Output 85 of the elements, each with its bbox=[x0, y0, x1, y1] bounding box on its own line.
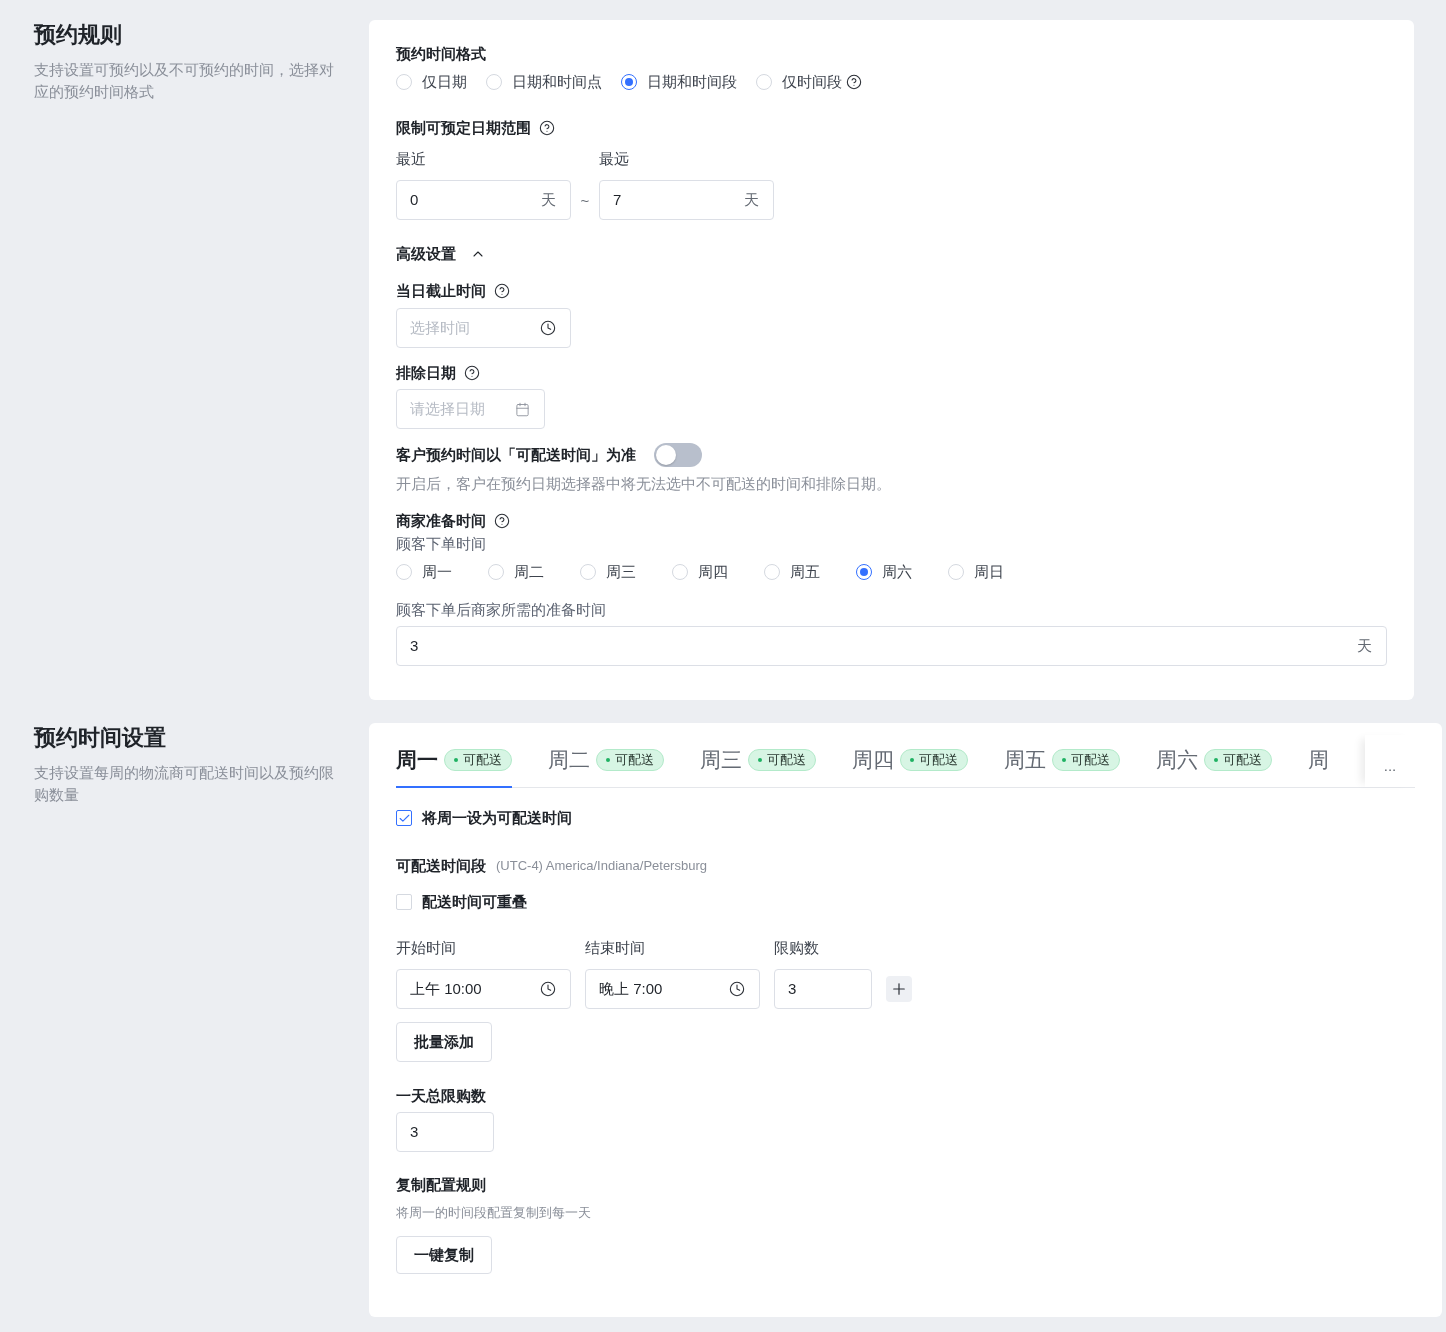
radio-label[interactable]: 周三 bbox=[606, 561, 636, 583]
clock-icon bbox=[540, 320, 556, 336]
badge-text: 可配送 bbox=[463, 751, 502, 769]
status-dot-icon bbox=[606, 758, 610, 762]
day-tab[interactable]: 周四 可配送 bbox=[852, 735, 968, 788]
range-separator: ~ bbox=[579, 191, 591, 209]
plus-icon bbox=[890, 980, 908, 998]
hint-text: 开启后，客户在预约日期选择器中将无法选中不可配送的时间和排除日期。 bbox=[396, 474, 892, 494]
radio-button[interactable] bbox=[856, 564, 872, 580]
field-label: 一天总限购数 bbox=[396, 1086, 486, 1106]
help-icon[interactable] bbox=[846, 74, 862, 90]
number-field[interactable]: 7 天 bbox=[599, 180, 774, 220]
section-title: 预约时间设置 bbox=[34, 724, 167, 752]
clock-icon bbox=[729, 981, 745, 997]
status-dot-icon bbox=[758, 758, 762, 762]
badge-text: 可配送 bbox=[1071, 751, 1110, 769]
unit-label: 天 bbox=[1357, 636, 1372, 656]
advanced-settings-toggle[interactable]: 高级设置 bbox=[396, 243, 486, 265]
day-tab[interactable]: 周 bbox=[1308, 735, 1329, 788]
badge-text: 可配送 bbox=[615, 751, 654, 769]
day-tab[interactable]: 周二 可配送 bbox=[548, 735, 664, 788]
status-dot-icon bbox=[1062, 758, 1066, 762]
unit-label: 天 bbox=[541, 190, 556, 210]
time-picker-field[interactable]: 上午 10:00 bbox=[396, 969, 571, 1009]
radio-label[interactable]: 仅时间段 bbox=[782, 71, 842, 93]
radio-label[interactable]: 仅日期 bbox=[422, 71, 467, 93]
checkbox-label[interactable]: 配送时间可重叠 bbox=[422, 891, 527, 913]
radio-label[interactable]: 周日 bbox=[974, 561, 1004, 583]
field-label: 最近 bbox=[396, 149, 427, 169]
toggle-switch[interactable] bbox=[654, 443, 702, 467]
help-icon[interactable] bbox=[539, 120, 555, 136]
field-label: 当日截止时间 bbox=[396, 281, 486, 301]
day-tab[interactable]: 周五 可配送 bbox=[1004, 735, 1120, 788]
field-label: 排除日期 bbox=[396, 363, 456, 383]
field-label: 开始时间 bbox=[396, 938, 457, 958]
number-field[interactable]: 3 bbox=[774, 969, 872, 1009]
field-label: 限制可预定日期范围 bbox=[396, 118, 531, 138]
calendar-icon bbox=[515, 401, 530, 417]
field-label: 可配送时间段 bbox=[396, 856, 486, 876]
status-dot-icon bbox=[454, 758, 458, 762]
toggle-label: 客户预约时间以「可配送时间」为准 bbox=[396, 445, 636, 465]
day-tab[interactable]: 周三 可配送 bbox=[700, 735, 816, 788]
field-label: 预约时间格式 bbox=[396, 44, 486, 64]
number-field[interactable]: 3 天 bbox=[396, 626, 1387, 666]
field-label: 复制配置规则 bbox=[396, 1175, 486, 1195]
field-description: 将周一的时间段配置复制到每一天 bbox=[396, 1204, 592, 1222]
time-picker-field[interactable]: 晚上 7:00 bbox=[585, 969, 760, 1009]
unit-label: 天 bbox=[744, 190, 759, 210]
field-label: 限购数 bbox=[774, 938, 820, 958]
section-description: 支持设置每周的物流商可配送时间以及预约限购数量 bbox=[34, 763, 335, 805]
number-field[interactable]: 3 bbox=[396, 1112, 494, 1152]
field-label: 商家准备时间 bbox=[396, 511, 486, 531]
more-tabs-button[interactable]: ... bbox=[1365, 735, 1415, 787]
radio-label[interactable]: 周五 bbox=[790, 561, 820, 583]
clock-icon bbox=[540, 981, 556, 997]
section-description: 支持设置可预约以及不可预约的时间，选择对应的预约时间格式 bbox=[34, 60, 335, 102]
number-field[interactable]: 0 天 bbox=[396, 180, 571, 220]
radio-label[interactable]: 日期和时间段 bbox=[647, 71, 737, 93]
radio-label[interactable]: 周一 bbox=[422, 561, 452, 583]
badge-text: 可配送 bbox=[1223, 751, 1262, 769]
batch-add-button[interactable]: 批量添加 bbox=[396, 1022, 492, 1062]
help-icon[interactable] bbox=[494, 513, 510, 529]
field-label: 结束时间 bbox=[585, 938, 646, 958]
day-tab[interactable]: 周六 可配送 bbox=[1156, 735, 1272, 788]
field-label: 最远 bbox=[599, 149, 630, 169]
field-label: 顾客下单后商家所需的准备时间 bbox=[396, 600, 607, 620]
checkbox-label[interactable]: 将周一设为可配送时间 bbox=[422, 807, 572, 829]
badge-text: 可配送 bbox=[919, 751, 958, 769]
radio-label[interactable]: 周四 bbox=[698, 561, 728, 583]
section-title: 预约规则 bbox=[34, 21, 123, 49]
radio-label[interactable]: 周二 bbox=[514, 561, 544, 583]
timezone-text: (UTC-4) America/Indiana/Petersburg bbox=[496, 857, 707, 875]
radio-button[interactable] bbox=[621, 74, 637, 90]
badge-text: 可配送 bbox=[767, 751, 806, 769]
add-slot-button[interactable] bbox=[886, 976, 912, 1002]
radio-label[interactable]: 日期和时间点 bbox=[512, 71, 602, 93]
help-icon[interactable] bbox=[464, 365, 480, 381]
field-label: 顾客下单时间 bbox=[396, 534, 487, 554]
radio-label[interactable]: 周六 bbox=[882, 561, 912, 583]
day-tab[interactable]: 周一 可配送 bbox=[396, 735, 512, 788]
status-dot-icon bbox=[910, 758, 914, 762]
copy-button[interactable]: 一键复制 bbox=[396, 1236, 492, 1274]
status-dot-icon bbox=[1214, 758, 1218, 762]
checkbox[interactable] bbox=[396, 810, 412, 826]
help-icon[interactable] bbox=[494, 283, 510, 299]
